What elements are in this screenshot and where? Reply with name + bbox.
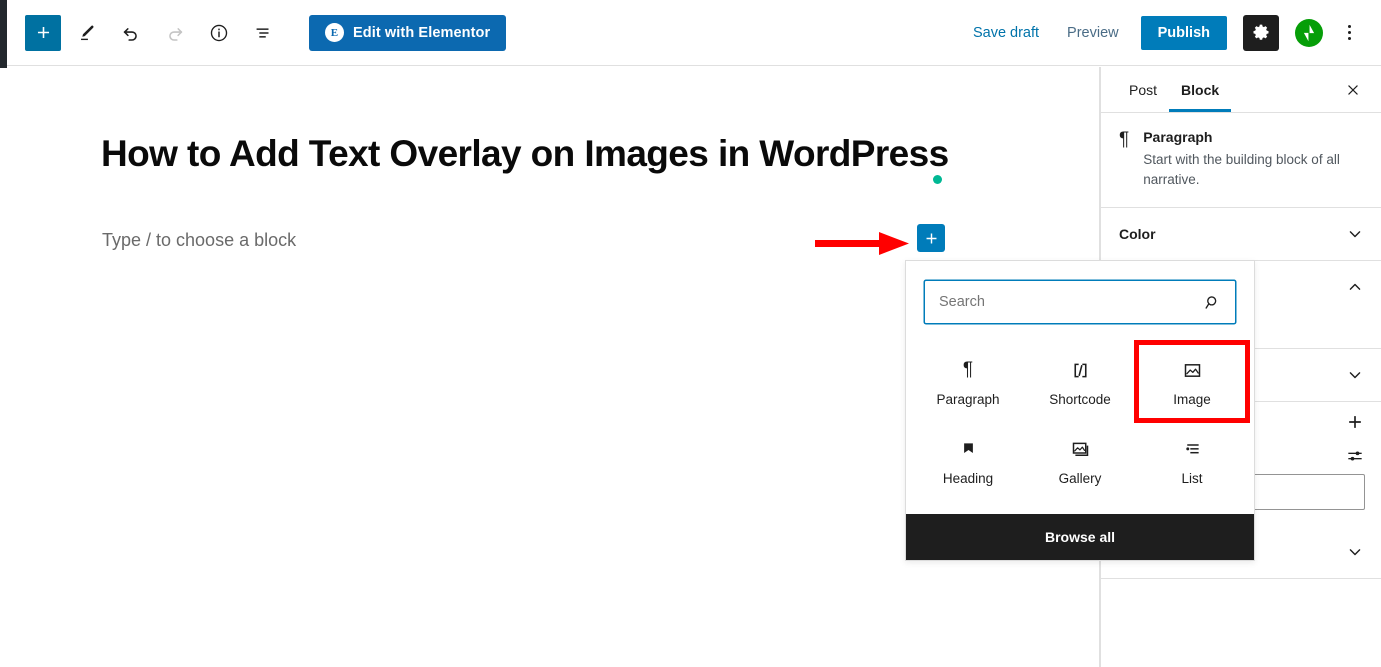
sliders-icon [1348,451,1362,461]
block-card: ¶ Paragraph Start with the building bloc… [1101,113,1381,209]
inserter-block-image[interactable]: Image [1134,340,1250,423]
pencil-icon [81,25,94,40]
empty-block-placeholder[interactable]: Type / to choose a block [102,230,296,251]
inserter-block-paragraph-label: Paragraph [936,392,1000,407]
annotation-arrow [815,232,909,255]
title-status-dot [933,175,942,184]
bracket-slash-icon [1070,358,1091,382]
edit-with-elementor-label: Edit with Elementor [353,24,491,41]
sidebar-tabs: Post Block [1101,67,1381,113]
chevron-down-icon [1345,365,1365,385]
close-icon [1348,84,1358,95]
bookmark-icon [958,437,979,461]
size-settings-button[interactable] [1345,446,1365,466]
dot-1 [1347,25,1351,28]
panel-color-label: Color [1119,226,1156,243]
plus-icon [1349,416,1361,428]
jetpack-icon [1303,24,1315,41]
undo-icon [123,27,137,41]
inserter-block-heading-label: Heading [942,471,994,486]
inserter-block-gallery[interactable]: Gallery [1024,421,1136,500]
paragraph-pilcrow-icon: ¶ [1119,129,1130,150]
list-view-icon [256,27,269,38]
inserter-search-box[interactable] [924,280,1236,324]
chevron-down-icon [1345,542,1365,562]
admin-menu-sliver [0,0,7,68]
list-view-button[interactable] [245,15,281,51]
plus-icon [926,233,936,243]
redo-icon [169,27,183,41]
search-icon [1203,293,1235,312]
jetpack-button[interactable] [1295,18,1323,47]
block-inserter-toggle[interactable] [917,224,945,252]
dot-3 [1347,37,1351,40]
toolbar-right-group: Save draft Preview Publish [961,14,1381,51]
inserter-block-shortcode-label: Shortcode [1049,392,1111,407]
close-sidebar-button[interactable] [1337,74,1369,106]
publish-button[interactable]: Publish [1140,15,1227,50]
browse-all-button[interactable]: Browse all [906,514,1254,560]
inserter-block-gallery-label: Gallery [1058,471,1102,486]
settings-button[interactable] [1243,14,1279,51]
wordpress-block-editor: E Edit with Elementor Save draft Preview… [0,0,1381,667]
search-input[interactable] [925,294,1203,310]
info-circle-icon [210,24,228,41]
undo-button[interactable] [113,15,149,51]
inserter-block-list-label: List [1181,471,1203,486]
tools-pencil-button[interactable] [69,15,105,51]
tab-block[interactable]: Block [1169,68,1232,112]
details-info-button[interactable] [201,15,237,51]
editor-top-toolbar: E Edit with Elementor Save draft Preview… [7,0,1381,66]
inserter-block-paragraph[interactable]: ¶ Paragraph [912,342,1024,421]
picture-icon [1182,358,1203,382]
block-inserter-popover: ¶ Paragraph Shortcode [905,260,1255,561]
tab-post[interactable]: Post [1117,68,1169,111]
block-card-description: Start with the building block of all nar… [1143,152,1340,187]
redo-button[interactable] [157,15,193,51]
add-size-button[interactable] [1345,412,1365,432]
bullet-list-icon [1182,437,1203,461]
elementor-logo-icon: E [325,23,344,42]
plus-icon [37,26,49,39]
chevron-up-icon [1345,277,1365,297]
inserter-block-heading[interactable]: Heading [912,421,1024,500]
inserter-block-shortcode[interactable]: Shortcode [1024,342,1136,421]
post-title[interactable]: How to Add Text Overlay on Images in Wor… [101,132,981,176]
block-card-text: Paragraph Start with the building block … [1143,129,1365,189]
chevron-down-icon [1345,224,1365,244]
panel-color[interactable]: Color [1101,208,1381,262]
pilcrow-icon: ¶ [962,359,974,380]
inserter-block-list[interactable]: List [1136,421,1248,500]
stacked-images-icon [1070,437,1091,461]
edit-with-elementor-button[interactable]: E Edit with Elementor [309,14,507,51]
dot-2 [1347,31,1351,34]
inserter-search-wrap [906,261,1254,336]
toolbar-left-group: E Edit with Elementor [7,14,507,51]
block-card-title: Paragraph [1143,129,1213,145]
add-block-button[interactable] [25,14,61,51]
more-options-button[interactable] [1333,15,1365,51]
preview-button[interactable]: Preview [1055,17,1131,49]
inserter-block-grid: ¶ Paragraph Shortcode Image Heading Gall… [906,336,1254,514]
inserter-block-image-label: Image [1173,392,1211,407]
gear-icon [1253,24,1269,40]
save-draft-button[interactable]: Save draft [961,17,1051,49]
